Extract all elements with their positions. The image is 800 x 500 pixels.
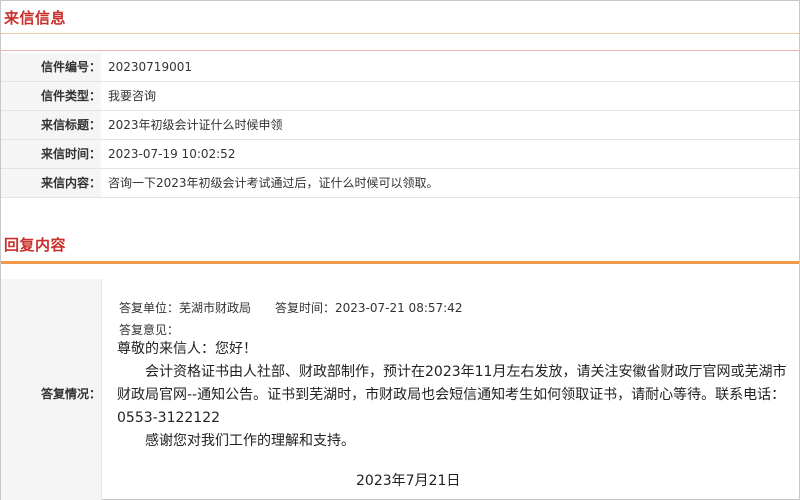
letter-row-title: 来信标题： 2023年初级会计证什么时候申领 — [1, 111, 799, 140]
letter-row-type: 信件类型： 我要咨询 — [1, 82, 799, 111]
row-divider — [1, 197, 799, 198]
letter-row-content: 来信内容： 咨询一下2023年初级会计考试通过后，证什么时候可以领取。 — [1, 169, 799, 198]
row-label: 来信内容： — [1, 169, 101, 198]
reply-opinion-label: 答复意见： — [119, 323, 180, 337]
row-value: 我要咨询 — [108, 89, 157, 103]
reply-section-title: 回复内容 — [4, 236, 67, 254]
reply-title-underline — [1, 261, 799, 264]
letter-row-time: 来信时间： 2023-07-19 10:02:52 — [1, 140, 799, 169]
reply-column-divider — [101, 279, 102, 500]
letter-row-number: 信件编号： 20230719001 — [1, 53, 799, 82]
row-value: 2023年初级会计证什么时候申领 — [108, 118, 283, 132]
reply-paragraph-1: 会计资格证书由人社部、财政部制作，预计在2023年11月左右发放，请关注安徽省财… — [117, 364, 787, 426]
section-divider — [1, 50, 799, 51]
reply-paragraph-2: 感谢您对我们工作的理解和支持。 — [145, 433, 355, 449]
row-value: 2023-07-19 10:02:52 — [108, 147, 236, 161]
row-label: 信件类型： — [1, 82, 101, 111]
reply-date: 2023年7月21日 — [356, 473, 461, 489]
row-label: 信件编号： — [1, 53, 101, 82]
page-frame: 来信信息 信件编号： 20230719001 信件类型： 我要咨询 来信标题： … — [0, 0, 800, 500]
row-value: 20230719001 — [108, 60, 192, 74]
title-divider — [1, 33, 799, 34]
letter-section-title: 来信信息 — [4, 9, 67, 27]
row-label: 来信时间： — [1, 140, 101, 169]
reply-label-cell: 答复情况： — [1, 279, 101, 500]
reply-label: 答复情况： — [40, 387, 101, 401]
reply-unit-line: 答复单位：芜湖市财政局 答复时间：2023-07-21 08:57:42 — [119, 301, 463, 315]
row-value: 咨询一下2023年初级会计考试通过后，证什么时候可以领取。 — [108, 176, 439, 190]
reply-greeting: 尊敬的来信人：您好！ — [117, 341, 257, 357]
row-label: 来信标题： — [1, 111, 101, 140]
